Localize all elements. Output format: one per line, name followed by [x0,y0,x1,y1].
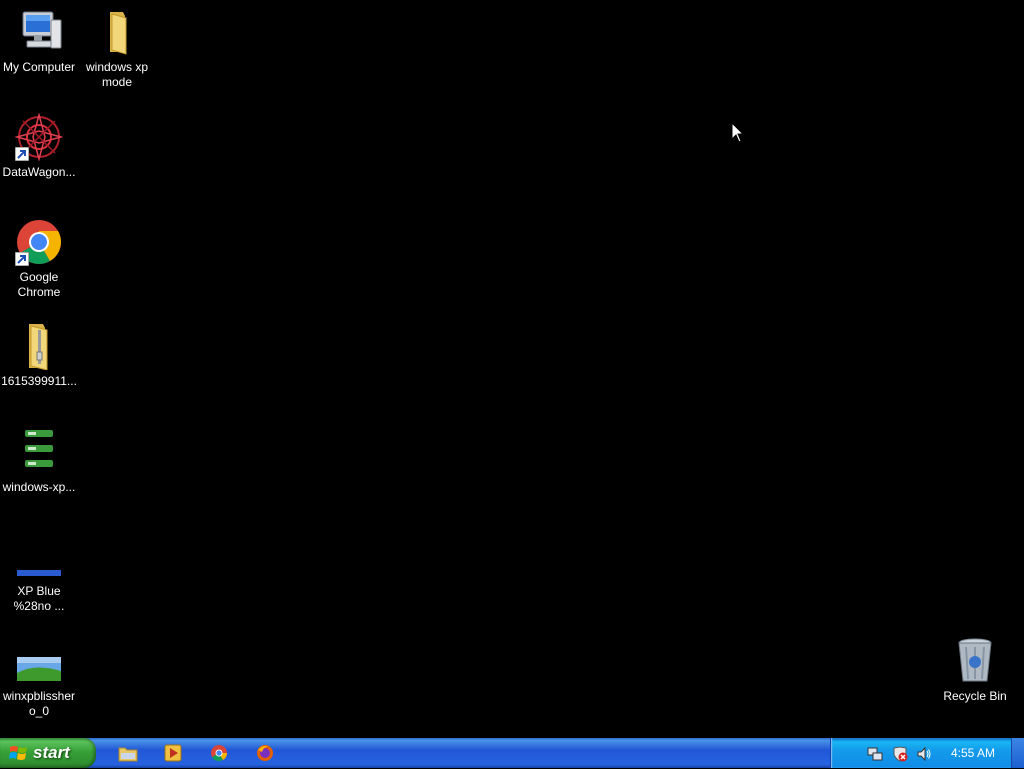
quick-launch-firefox[interactable] [254,742,276,764]
network-icon [867,747,883,761]
security-alert-icon [893,746,908,762]
quick-launch-media-player[interactable] [162,742,184,764]
image-thumbnail-icon [15,532,63,580]
datawagon-icon [14,112,64,162]
quick-launch-chrome[interactable] [208,742,230,764]
desktop-icon-google-chrome[interactable]: Google Chrome [0,218,78,300]
desktop-icon-label: My Computer [2,60,76,74]
volume-icon [917,746,931,762]
desktop-icon-label: windows-xp... [2,480,76,494]
desktop-icon-label: XP Blue %28no ... [13,584,65,613]
explorer-folder-icon [118,747,138,762]
mouse-cursor-icon [731,122,745,143]
system-tray: 4:55 AM [830,738,1011,768]
media-player-icon [164,744,182,762]
desktop-icon-winxpbliss-image[interactable]: winxpblissher o_0 [0,637,78,719]
desktop-icon-label: winxpblissher o_0 [2,689,76,718]
desktop-icon-windows-xp-image[interactable]: windows-xp... [0,428,78,495]
image-thumbnail-icon [15,637,63,685]
start-button[interactable]: start [0,738,96,768]
desktop-icon-recycle-bin[interactable]: Recycle Bin [936,637,1014,704]
windows-flag-icon [9,746,27,760]
taskbar-clock[interactable]: 4:55 AM [951,746,995,760]
desktop-icon-xp-blue-image[interactable]: XP Blue %28no ... [0,532,78,614]
desktop-icon-windows-xp-mode[interactable]: windows xp mode [78,8,156,90]
shortcut-arrow-icon [15,147,29,161]
folder-icon [93,8,141,56]
tray-volume[interactable] [916,746,932,762]
zip-folder-icon [15,322,63,371]
start-label: start [33,743,70,762]
show-desktop-button[interactable] [1011,738,1024,768]
chrome-icon [211,745,228,762]
taskbar: start 4:55 AM [0,738,1024,768]
desktop-icon-label: Google Chrome [17,270,61,299]
desktop-icon-label: Recycle Bin [943,689,1007,703]
image-thumbnail-icon [15,428,63,476]
tray-security-alert[interactable] [892,746,908,762]
firefox-icon [257,745,273,761]
desktop-icon-datawagon[interactable]: DataWagon... [0,112,78,180]
desktop-icon-my-computer[interactable]: My Computer [0,8,78,75]
desktop-icon-label: DataWagon... [2,165,76,179]
quick-launch-explorer[interactable] [117,742,139,764]
tray-network[interactable] [867,746,883,762]
chrome-icon [15,218,63,266]
desktop-icon-label: 1615399911... [1,374,77,388]
my-computer-icon [15,8,63,56]
recycle-bin-icon [951,637,999,685]
desktop-icon-zip-folder[interactable]: 1615399911... [0,322,78,389]
desktop-icon-label: windows xp mode [85,60,149,89]
shortcut-arrow-icon [15,252,29,266]
desktop[interactable]: My Computer windows xp mode DataWagon...… [0,0,1024,738]
